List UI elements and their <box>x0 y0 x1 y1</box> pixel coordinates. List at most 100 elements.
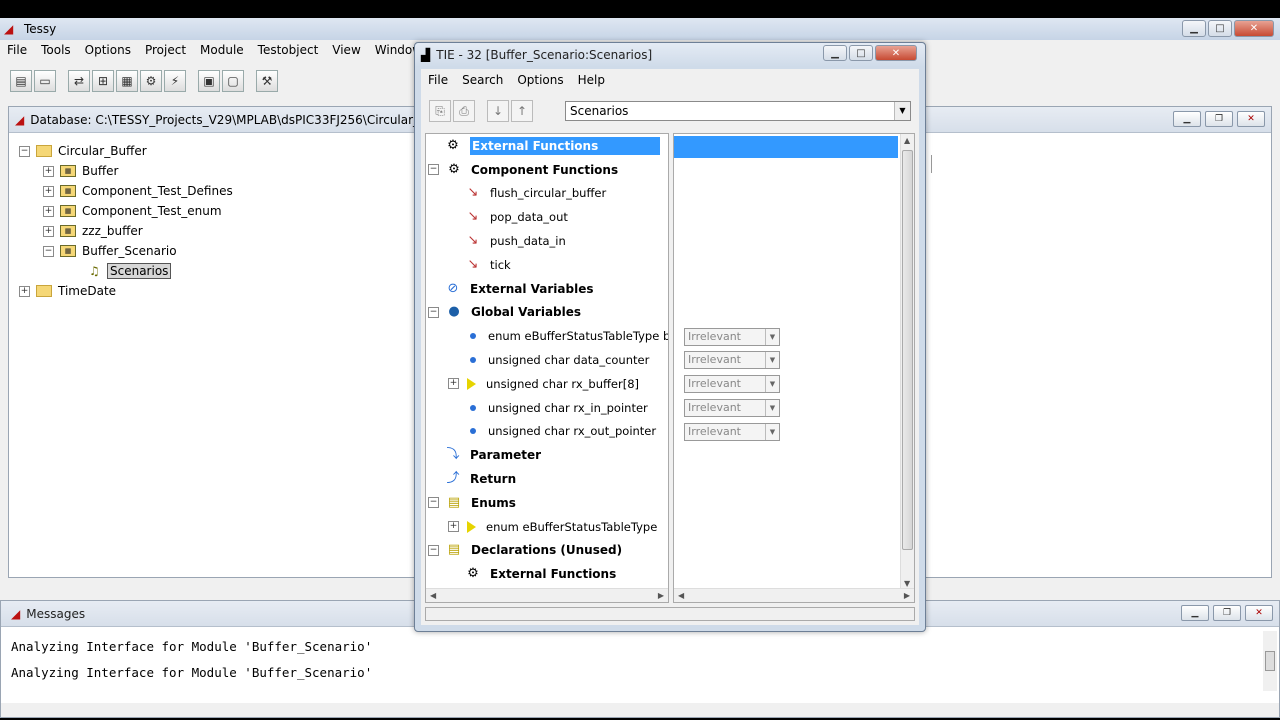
collapse-icon[interactable]: − <box>428 306 439 318</box>
db-restore-button[interactable]: ❐ <box>1205 111 1233 127</box>
tie-minimize-button[interactable]: ▁ <box>823 45 847 61</box>
db-minimize-button[interactable]: ▁ <box>1173 111 1201 127</box>
tie-row-component-functions[interactable]: − ⚙ Component Functions <box>426 158 668 182</box>
components-icon[interactable]: ⚙ <box>140 70 162 92</box>
sort-down-icon[interactable]: ↓ <box>487 100 509 122</box>
tie-row-enum[interactable]: + enum eBufferStatusTableType <box>426 515 668 539</box>
passing-direction-dropdown[interactable]: Irrelevant ▼ <box>684 351 780 370</box>
new-project-icon[interactable]: ▤ <box>10 70 32 92</box>
expand-icon[interactable]: + <box>448 378 459 390</box>
passing-direction-dropdown[interactable]: Irrelevant ▼ <box>684 327 780 346</box>
passing-direction-dropdown[interactable]: Irrelevant ▼ <box>684 398 780 417</box>
tie-row-declarations[interactable]: − ▤ Declarations (Unused) <box>426 539 668 563</box>
print-icon[interactable]: ⎙ <box>453 100 475 122</box>
tie-row-enums[interactable]: − ▤ Enums <box>426 491 668 515</box>
gear-icon: ⚙ <box>447 137 459 153</box>
expand-icon[interactable]: + <box>43 225 54 237</box>
menu-testobject[interactable]: Testobject <box>251 43 326 57</box>
menu-module[interactable]: Module <box>193 43 251 57</box>
tie-row-return[interactable]: ⤴ Return <box>426 467 668 491</box>
tie-row-function[interactable]: ↘ flush_circular_buffer <box>426 182 668 206</box>
chevron-down-icon[interactable]: ▼ <box>765 328 779 345</box>
tie-row-variable[interactable]: + unsigned char rx_buffer[8] <box>426 372 668 396</box>
tie-menubar: File Search Options Help <box>421 69 919 91</box>
collapse-icon[interactable]: − <box>43 245 54 257</box>
msg-restore-button[interactable]: ❐ <box>1213 605 1241 621</box>
tie-maximize-button[interactable]: □ <box>849 45 873 61</box>
expand-icon[interactable]: + <box>19 285 30 297</box>
tree-item-component-test-enum[interactable]: + ▦ Component_Test_enum <box>17 201 417 221</box>
tie-row-unused-external-functions[interactable]: ⚙ External Functions <box>426 562 668 586</box>
right-horizontal-scrollbar[interactable]: ◀ ▶ <box>674 588 914 602</box>
document-icon[interactable]: ▢ <box>222 70 244 92</box>
collapse-icon[interactable]: − <box>428 164 439 176</box>
tie-menu-help[interactable]: Help <box>571 73 612 87</box>
expand-icon[interactable]: + <box>43 205 54 217</box>
tree-item-timedate[interactable]: + TimeDate <box>17 281 417 301</box>
tie-row-variable[interactable]: unsigned char rx_out_pointer <box>426 420 668 444</box>
tree-item-buffer[interactable]: + ▦ Buffer <box>17 161 417 181</box>
tie-menu-search[interactable]: Search <box>455 73 510 87</box>
open-folder-icon[interactable]: ▭ <box>34 70 56 92</box>
tie-menu-options[interactable]: Options <box>510 73 570 87</box>
collapse-icon[interactable]: − <box>428 544 439 556</box>
menu-tools[interactable]: Tools <box>34 43 78 57</box>
msg-minimize-button[interactable]: ▁ <box>1181 605 1209 621</box>
tie-row-parameter[interactable]: ⤵ Parameter <box>426 443 668 467</box>
interface-icon[interactable]: ⇄ <box>68 70 90 92</box>
tree-item-label: Scenarios <box>107 263 172 279</box>
scenario-combo[interactable]: Scenarios ▼ <box>565 101 911 121</box>
db-close-button[interactable]: ✕ <box>1237 111 1265 127</box>
messages-horizontal-scrollbar[interactable] <box>1 703 1279 717</box>
expand-icon[interactable]: + <box>43 165 54 177</box>
chevron-down-icon[interactable]: ▼ <box>894 102 910 120</box>
tie-row-variable[interactable]: enum eBufferStatusTableType buffer_ <box>426 324 668 348</box>
execute-icon[interactable]: ⚡ <box>164 70 186 92</box>
menu-options[interactable]: Options <box>78 43 138 57</box>
collapse-icon[interactable]: − <box>19 145 30 157</box>
tree-item-component-test-defines[interactable]: + ▦ Component_Test_Defines <box>17 181 417 201</box>
tie-row-function[interactable]: ↘ pop_data_out <box>426 205 668 229</box>
module-icon: ▦ <box>60 165 76 177</box>
tree-item-scenarios[interactable]: ♫ Scenarios <box>17 261 417 281</box>
tie-row-function[interactable]: ↘ tick <box>426 253 668 277</box>
chevron-down-icon[interactable]: ▼ <box>765 423 779 440</box>
tree-item-zzz-buffer[interactable]: + ▦ zzz_buffer <box>17 221 417 241</box>
collapse-icon[interactable]: − <box>428 497 439 509</box>
passing-direction-dropdown[interactable]: Irrelevant ▼ <box>684 375 780 394</box>
expand-icon[interactable]: + <box>43 185 54 197</box>
tree-item-circular-buffer[interactable]: − Circular_Buffer <box>17 141 417 161</box>
dropdown-value: Irrelevant <box>688 424 741 438</box>
menu-project[interactable]: Project <box>138 43 193 57</box>
classification-tree-icon[interactable]: ⊞ <box>92 70 114 92</box>
chevron-down-icon[interactable]: ▼ <box>765 376 779 393</box>
tie-row-function[interactable]: ↘ push_data_in <box>426 229 668 253</box>
chevron-down-icon[interactable]: ▼ <box>765 352 779 369</box>
copy-icon[interactable]: ⎘ <box>429 100 451 122</box>
maximize-button[interactable]: □ <box>1208 20 1232 37</box>
tie-close-button[interactable]: ✕ <box>875 45 917 61</box>
report-icon[interactable]: ▣ <box>198 70 220 92</box>
tree-item-buffer-scenario[interactable]: − ▦ Buffer_Scenario <box>17 241 417 261</box>
tools-icon[interactable]: ⚒ <box>256 70 278 92</box>
close-button[interactable]: ✕ <box>1234 20 1274 37</box>
msg-close-button[interactable]: ✕ <box>1245 605 1273 621</box>
passing-direction-dropdown[interactable]: Irrelevant ▼ <box>684 422 780 441</box>
menu-file[interactable]: File <box>0 43 34 57</box>
tie-row-global-variables[interactable]: − ● Global Variables <box>426 301 668 325</box>
chevron-down-icon[interactable]: ▼ <box>765 399 779 416</box>
tie-row-variable[interactable]: unsigned char data_counter <box>426 348 668 372</box>
values-vertical-scrollbar[interactable]: ▲ ▼ <box>900 134 914 590</box>
tie-row-external-variables[interactable]: ⊘ External Variables <box>426 277 668 301</box>
tie-menu-file[interactable]: File <box>421 73 455 87</box>
minimize-button[interactable]: ▁ <box>1182 20 1206 37</box>
test-data-icon[interactable]: ▦ <box>116 70 138 92</box>
row-label: tick <box>490 257 511 272</box>
tie-row-external-functions[interactable]: ⚙ External Functions <box>426 134 668 158</box>
left-horizontal-scrollbar[interactable]: ◀ ▶ <box>426 588 668 602</box>
menu-view[interactable]: View <box>325 43 367 57</box>
messages-vertical-scrollbar[interactable] <box>1263 631 1277 691</box>
expand-icon[interactable]: + <box>448 521 459 533</box>
sort-up-icon[interactable]: ↑ <box>511 100 533 122</box>
tie-row-variable[interactable]: unsigned char rx_in_pointer <box>426 396 668 420</box>
